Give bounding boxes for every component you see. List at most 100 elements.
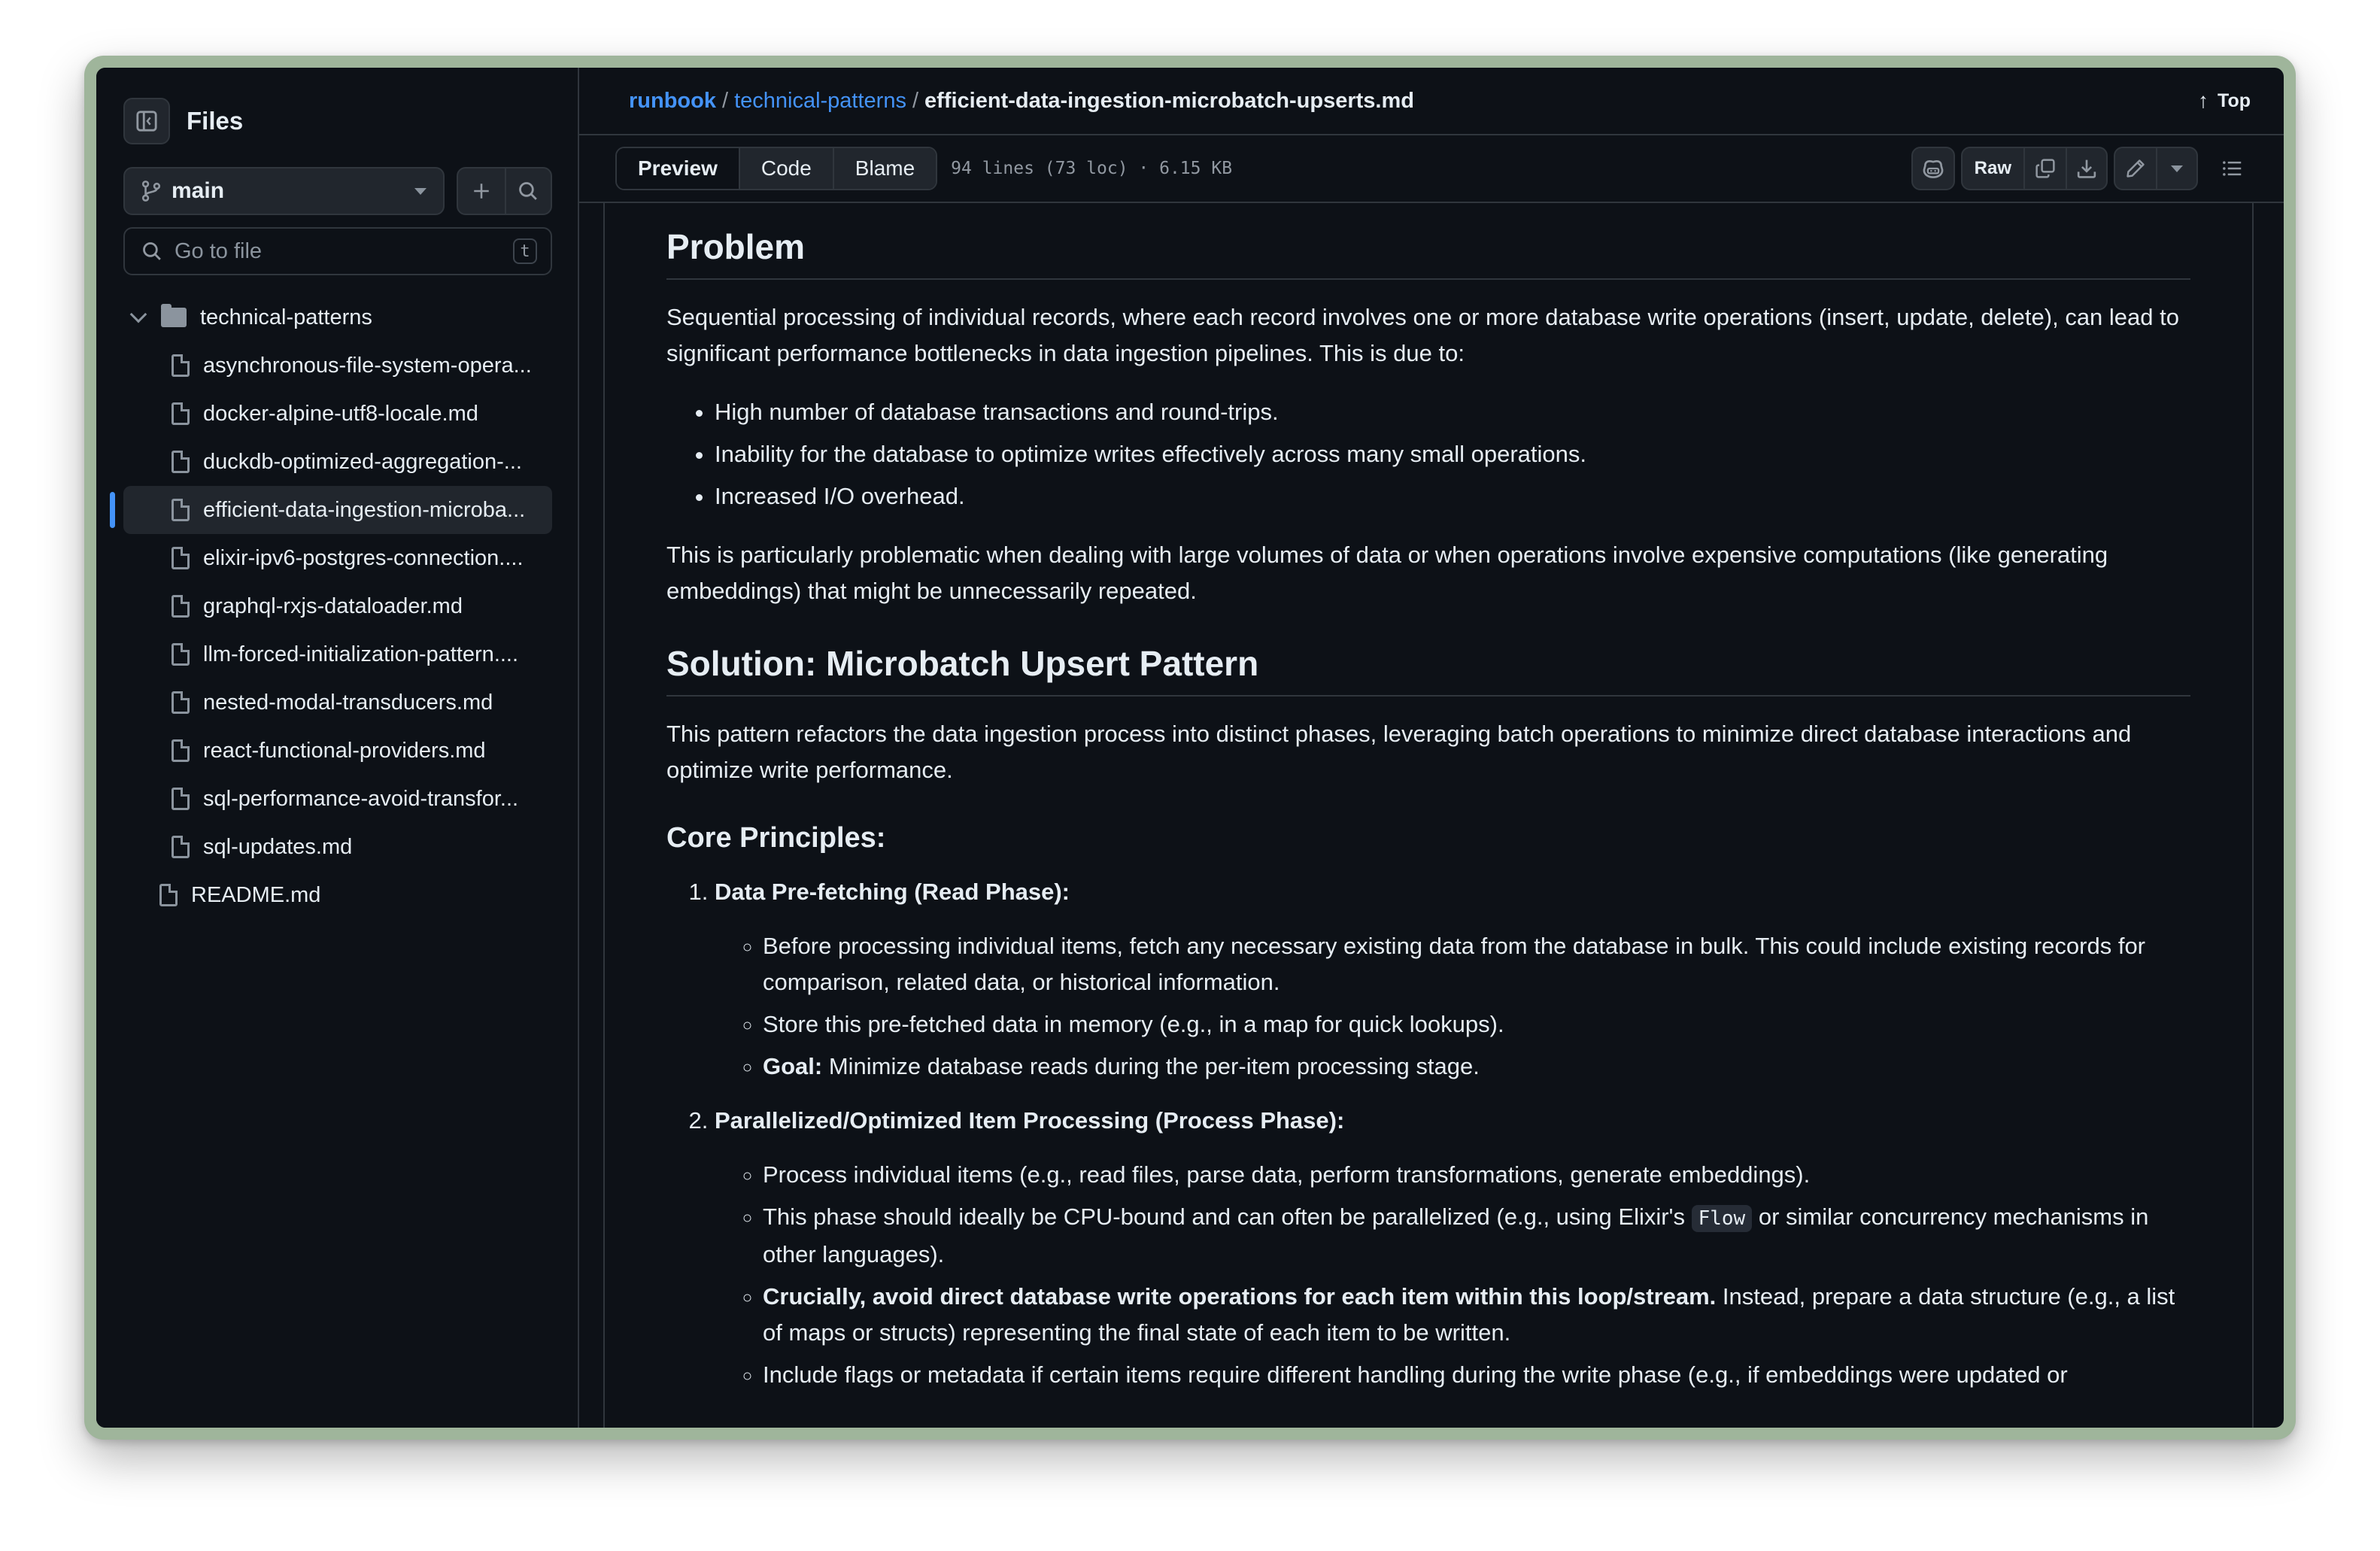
add-file-button[interactable] — [458, 168, 504, 214]
go-to-file-input[interactable]: Go to file t — [123, 227, 552, 275]
file-icon — [172, 836, 190, 858]
sidebar-header: Files — [123, 96, 552, 146]
tree-file[interactable]: elixir-ipv6-postgres-connection.... — [123, 534, 552, 582]
back-to-top-button[interactable]: ↑ Top — [2198, 89, 2251, 113]
file-icon — [172, 402, 190, 425]
download-button[interactable] — [2066, 148, 2106, 189]
file-icon — [172, 547, 190, 569]
heading-solution: Solution: Microbatch Upsert Pattern — [666, 641, 2190, 697]
main-panel: runbook / technical-patterns / efficient-dat… — [579, 68, 2284, 1428]
list-item: Include flags or metadata if certain ite… — [763, 1357, 2190, 1393]
breadcrumb-repo-link[interactable]: runbook — [629, 89, 716, 113]
copy-icon — [2035, 159, 2055, 178]
tab-code[interactable]: Code — [739, 148, 833, 189]
copilot-icon — [1923, 159, 1944, 178]
tab-preview[interactable]: Preview — [617, 148, 740, 189]
plus-icon — [474, 184, 489, 199]
tree-file-readme[interactable]: README.md — [123, 871, 552, 919]
file-name: react-functional-providers.md — [203, 738, 486, 763]
file-tree: technical-patterns asynchronous-file-sys… — [110, 293, 552, 919]
file-name: docker-alpine-utf8-locale.md — [203, 401, 478, 426]
file-icon — [172, 788, 190, 810]
tree-file[interactable]: nested-modal-transducers.md — [123, 678, 552, 727]
folder-icon — [161, 304, 187, 327]
text: This phase should ideally be CPU-bound a… — [763, 1203, 1692, 1230]
collapse-sidebar-button[interactable] — [123, 98, 170, 144]
download-icon — [2077, 159, 2096, 178]
list-item: Before processing individual items, fetc… — [763, 928, 2190, 1000]
raw-button[interactable]: Raw — [1963, 148, 2025, 189]
list-item: Data Pre-fetching (Read Phase): Before p… — [715, 874, 2190, 1085]
markdown-preview: Problem Sequential processing of individ… — [603, 203, 2254, 1428]
breadcrumb-bar: runbook / technical-patterns / efficient-dat… — [579, 68, 2284, 135]
tree-file[interactable]: react-functional-providers.md — [123, 727, 552, 775]
step-title: Parallelized/Optimized Item Processing (… — [715, 1107, 1345, 1134]
file-icon — [172, 499, 190, 521]
tree-file[interactable]: asynchronous-file-system-opera... — [123, 341, 552, 390]
file-name: graphql-rxjs-dataloader.md — [203, 593, 463, 618]
tree-file[interactable]: sql-performance-avoid-transfor... — [123, 775, 552, 823]
paragraph: This pattern refactors the data ingestio… — [666, 721, 2132, 783]
top-label: Top — [2218, 90, 2251, 111]
file-icon — [172, 354, 190, 377]
view-mode-tabs: Preview Code Blame — [615, 147, 938, 190]
edit-actions-group — [2114, 147, 2198, 190]
list-item: Parallelized/Optimized Item Processing (… — [715, 1103, 2190, 1393]
list-item: High number of database transactions and… — [715, 394, 2190, 430]
file-icon — [172, 595, 190, 618]
list-item: Process individual items (e.g., read fil… — [763, 1157, 2190, 1193]
list-item: Increased I/O overhead. — [715, 478, 2190, 514]
paragraph: This is particularly problematic when de… — [666, 542, 2108, 604]
tree-file[interactable]: graphql-rxjs-dataloader.md — [123, 582, 552, 630]
markdown-body: Problem Sequential processing of individ… — [666, 224, 2190, 1393]
sidebar-title: Files — [187, 107, 244, 135]
tree-file-active[interactable]: efficient-data-ingestion-microba... — [110, 486, 552, 534]
search-icon — [143, 242, 161, 260]
file-icon — [172, 691, 190, 714]
heading-core-principles: Core Principles: — [666, 822, 886, 854]
breadcrumb-separator: / — [912, 88, 919, 113]
inline-code: Flow — [1691, 1205, 1753, 1232]
edit-options-dropdown[interactable] — [2156, 148, 2196, 189]
file-name: efficient-data-ingestion-microba... — [203, 497, 526, 522]
branch-selector[interactable]: main — [123, 167, 445, 215]
search-files-button[interactable] — [504, 168, 551, 214]
tree-file[interactable]: sql-updates.md — [123, 823, 552, 871]
goal-text: Minimize database reads during the per-i… — [822, 1053, 1480, 1079]
sub-list: Process individual items (e.g., read fil… — [763, 1157, 2190, 1393]
pencil-icon — [2127, 159, 2145, 178]
file-name: README.md — [191, 882, 321, 907]
copilot-button[interactable] — [1911, 147, 1955, 190]
copy-raw-button[interactable] — [2025, 148, 2066, 189]
outline-button[interactable] — [2208, 147, 2255, 190]
file-icon — [172, 739, 190, 762]
tree-folder-technical-patterns[interactable]: technical-patterns — [123, 293, 552, 341]
tree-file[interactable]: docker-alpine-utf8-locale.md — [123, 390, 552, 438]
heading-problem: Problem — [666, 224, 2190, 280]
tree-file[interactable]: llm-forced-initialization-pattern.... — [123, 630, 552, 678]
list-item: Crucially, avoid direct database write o… — [763, 1279, 2190, 1351]
sidebar-actions — [457, 167, 552, 215]
breadcrumb-separator: / — [722, 88, 729, 113]
file-toolbar: Preview Code Blame 94 lines (73 loc) · 6… — [579, 135, 2284, 203]
raw-actions-group: Raw — [1960, 147, 2108, 190]
tab-blame[interactable]: Blame — [832, 148, 937, 189]
branch-name: main — [172, 178, 225, 203]
bullet-list: High number of database transactions and… — [715, 394, 2190, 514]
file-icon — [172, 643, 190, 666]
goal-label: Goal: — [763, 1053, 823, 1079]
breadcrumb-folder-link[interactable]: technical-patterns — [734, 89, 906, 113]
file-name: duckdb-optimized-aggregation-... — [203, 449, 522, 474]
tree-file[interactable]: duckdb-optimized-aggregation-... — [123, 438, 552, 486]
app-window: Files main Go to file t technical-patter… — [96, 68, 2284, 1428]
chevron-down-icon — [414, 187, 427, 195]
file-name: elixir-ipv6-postgres-connection.... — [203, 545, 524, 570]
edit-file-button[interactable] — [2115, 148, 2156, 189]
file-info: 94 lines (73 loc) · 6.15 KB — [951, 159, 1233, 178]
arrow-up-icon: ↑ — [2198, 89, 2209, 112]
paragraph: Sequential processing of individual reco… — [666, 304, 2179, 366]
sub-list: Before processing individual items, fetc… — [763, 928, 2190, 1085]
numbered-list: Data Pre-fetching (Read Phase): Before p… — [715, 874, 2190, 1393]
file-sidebar: Files main Go to file t technical-patter… — [96, 68, 579, 1428]
file-icon — [172, 451, 190, 473]
